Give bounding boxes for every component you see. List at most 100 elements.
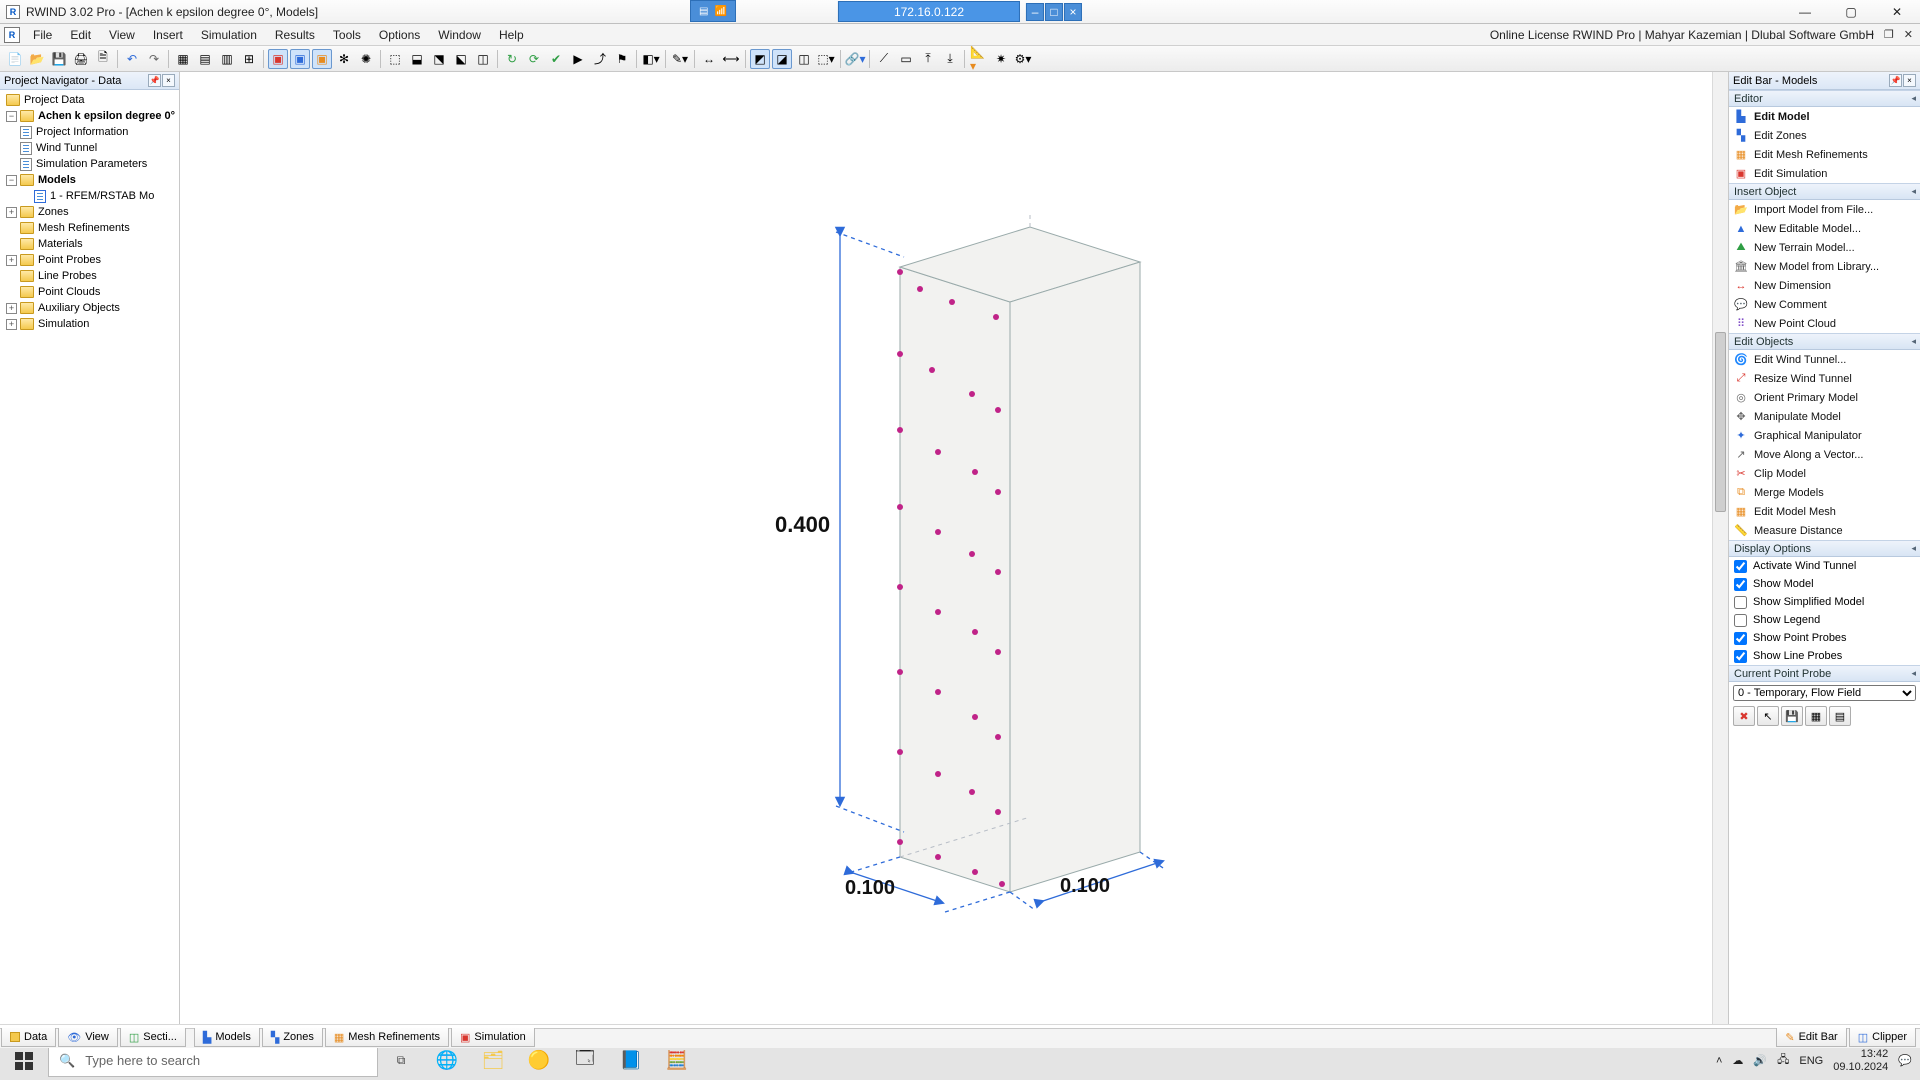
select-mode-1-icon[interactable]: ◩ (750, 49, 770, 69)
project-tree[interactable]: Project Data −Achen k epsilon degree 0° … (0, 90, 179, 1034)
tool-d-icon[interactable]: ✻ (334, 49, 354, 69)
orient-model-item[interactable]: ◎Orient Primary Model (1729, 388, 1920, 407)
tree-aux-objects[interactable]: +Auxiliary Objects (2, 300, 179, 316)
maximize-button[interactable]: ▢ (1828, 0, 1874, 24)
tree-sim-params[interactable]: Simulation Parameters (2, 156, 179, 172)
taskbar-search[interactable]: 🔍 Type here to search (48, 1045, 378, 1077)
graphical-manipulator-item[interactable]: ✦Graphical Manipulator (1729, 426, 1920, 445)
edit-model-mesh-item[interactable]: ▦Edit Model Mesh (1729, 502, 1920, 521)
measure-distance-item[interactable]: 📏Measure Distance (1729, 521, 1920, 540)
snap-icon[interactable]: ⊞ (239, 49, 259, 69)
mdi-minimize-button[interactable]: – (1865, 28, 1877, 41)
menu-tools[interactable]: Tools (324, 24, 370, 46)
check-show-simplified[interactable]: Show Simplified Model (1729, 593, 1920, 611)
viewport-vscroll[interactable] (1712, 72, 1728, 1048)
tray-network-icon[interactable]: 🖧 (1777, 1051, 1789, 1070)
edit-simulation-item[interactable]: ▣Edit Simulation (1729, 164, 1920, 183)
menu-file[interactable]: File (24, 24, 61, 46)
tray-sound-icon[interactable]: 🔊 (1753, 1054, 1767, 1067)
refresh-2-icon[interactable]: ⟳ (524, 49, 544, 69)
tree-zones[interactable]: +Zones (2, 204, 179, 220)
edit-zones-item[interactable]: ▚Edit Zones (1729, 126, 1920, 145)
tree-point-clouds[interactable]: Point Clouds (2, 284, 179, 300)
merge-models-item[interactable]: ⧉Merge Models (1729, 483, 1920, 502)
panel-close-icon[interactable]: × (1903, 74, 1916, 87)
tool-c-icon[interactable]: ▣ (312, 49, 332, 69)
grid-2-icon[interactable]: ▤ (195, 49, 215, 69)
tray-notifications-icon[interactable]: 💬 (1898, 1054, 1912, 1067)
pen-icon[interactable]: ✎▾ (670, 49, 690, 69)
save-icon[interactable]: 💾 (49, 49, 69, 69)
tab-view[interactable]: 👁View (58, 1028, 118, 1047)
link-icon[interactable]: 🔗▾ (845, 49, 865, 69)
new-terrain-item[interactable]: ⛰New Terrain Model... (1729, 238, 1920, 257)
move-vector-item[interactable]: ↗Move Along a Vector... (1729, 445, 1920, 464)
remote-min-icon[interactable]: – (1026, 3, 1044, 21)
play-icon[interactable]: ▶ (568, 49, 588, 69)
check-icon[interactable]: ✔ (546, 49, 566, 69)
section-editor[interactable]: Editor◂ (1729, 90, 1920, 107)
import-model-item[interactable]: 📂Import Model from File... (1729, 200, 1920, 219)
menu-window[interactable]: Window (429, 24, 490, 46)
tab-edit-bar[interactable]: ✎Edit Bar (1776, 1028, 1846, 1047)
select-mode-2-icon[interactable]: ◪ (772, 49, 792, 69)
cube-icon[interactable]: ◧▾ (641, 49, 661, 69)
panel-close-icon[interactable]: × (162, 74, 175, 87)
measure-icon[interactable]: 📐▾ (969, 49, 989, 69)
probe-save-button[interactable]: 💾 (1781, 706, 1803, 726)
tree-simulation[interactable]: +Simulation (2, 316, 179, 332)
edit-wind-tunnel-item[interactable]: 🌀Edit Wind Tunnel... (1729, 350, 1920, 369)
view-3-icon[interactable]: ⬔ (429, 49, 449, 69)
remote-close-icon[interactable]: × (1064, 3, 1082, 21)
remote-max-icon[interactable]: □ (1045, 3, 1063, 21)
section-display[interactable]: Display Options◂ (1729, 540, 1920, 557)
probe-delete-button[interactable]: ✖ (1733, 706, 1755, 726)
new-dimension-item[interactable]: ↔New Dimension (1729, 276, 1920, 295)
new-library-item[interactable]: 🏛New Model from Library... (1729, 257, 1920, 276)
probe-pick-button[interactable]: ↖ (1757, 706, 1779, 726)
tab-clipper[interactable]: ◫Clipper (1849, 1028, 1916, 1047)
tool-b-icon[interactable]: ▣ (290, 49, 310, 69)
minimize-button[interactable]: — (1782, 0, 1828, 24)
tree-wind-tunnel[interactable]: Wind Tunnel (2, 140, 179, 156)
new-file-icon[interactable]: 📄 (5, 49, 25, 69)
grid-1-icon[interactable]: ▦ (173, 49, 193, 69)
check-show-point-probes[interactable]: Show Point Probes (1729, 629, 1920, 647)
mdi-restore-button[interactable]: ❐ (1881, 28, 1897, 41)
export-icon[interactable]: ⤴ (590, 49, 610, 69)
view-1-icon[interactable]: ⬚ (385, 49, 405, 69)
tree-materials[interactable]: Materials (2, 236, 179, 252)
select-mode-4-icon[interactable]: ⬚▾ (816, 49, 836, 69)
refresh-1-icon[interactable]: ↻ (502, 49, 522, 69)
pin-icon[interactable]: 📌 (148, 74, 161, 87)
dim-1-icon[interactable]: ↔ (699, 49, 719, 69)
tray-cloud-icon[interactable]: ☁ (1732, 1054, 1743, 1067)
section-insert[interactable]: Insert Object◂ (1729, 183, 1920, 200)
flag-icon[interactable]: ⚑ (612, 49, 632, 69)
check-activate-wind-tunnel[interactable]: Activate Wind Tunnel (1729, 557, 1920, 575)
tree-root[interactable]: Project Data (2, 92, 179, 108)
misc-1-icon[interactable]: ⟋ (874, 49, 894, 69)
tray-chevron-icon[interactable]: ˄ (1716, 1055, 1722, 1067)
tree-point-probes[interactable]: +Point Probes (2, 252, 179, 268)
resize-wind-tunnel-item[interactable]: ⤢Resize Wind Tunnel (1729, 369, 1920, 388)
tray-lang-label[interactable]: ENG (1799, 1055, 1823, 1067)
menu-options[interactable]: Options (370, 24, 429, 46)
new-editable-model-item[interactable]: ▲New Editable Model... (1729, 219, 1920, 238)
tool-e-icon[interactable]: ✺ (356, 49, 376, 69)
menu-insert[interactable]: Insert (144, 24, 192, 46)
menu-simulation[interactable]: Simulation (192, 24, 266, 46)
menu-help[interactable]: Help (490, 24, 533, 46)
print-preview-icon[interactable]: 🗎 (93, 49, 113, 69)
viewport-3d[interactable]: 0.400 0.100 0.100 (180, 72, 1728, 1048)
new-comment-item[interactable]: 💬New Comment (1729, 295, 1920, 314)
open-file-icon[interactable]: 📂 (27, 49, 47, 69)
check-show-model[interactable]: Show Model (1729, 575, 1920, 593)
check-show-legend[interactable]: Show Legend (1729, 611, 1920, 629)
dim-2-icon[interactable]: ⟷ (721, 49, 741, 69)
probe-grid-button[interactable]: ▦ (1805, 706, 1827, 726)
menu-results[interactable]: Results (266, 24, 324, 46)
section-current-probe[interactable]: Current Point Probe◂ (1729, 665, 1920, 682)
pin-icon[interactable]: 📌 (1889, 74, 1902, 87)
misc-4-icon[interactable]: ⤓ (940, 49, 960, 69)
